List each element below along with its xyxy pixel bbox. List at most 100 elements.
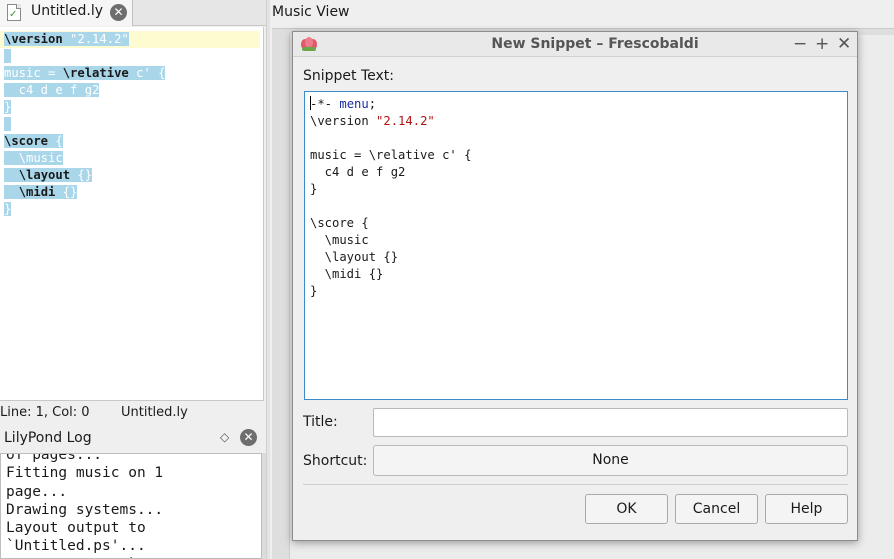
snippet-token: c4 d e f g2 xyxy=(310,165,406,179)
snippet-line xyxy=(310,198,471,215)
pane-splitter[interactable] xyxy=(266,0,270,559)
snippet-line: -*- menu; xyxy=(310,96,471,113)
editor-token: "2.14.2" xyxy=(70,32,129,46)
snippet-text-label: Snippet Text: xyxy=(303,68,395,84)
log-line: Layout output to xyxy=(6,520,146,537)
title-input[interactable] xyxy=(373,408,848,437)
log-line: Drawing systems... xyxy=(6,501,164,518)
cancel-button[interactable]: Cancel xyxy=(675,494,758,524)
editor-token: c' { xyxy=(128,66,166,80)
help-button[interactable]: Help xyxy=(765,494,848,524)
ok-button[interactable]: OK xyxy=(585,494,668,524)
editor-line: \music xyxy=(4,150,260,167)
selected-text: \layout {} xyxy=(4,168,93,182)
snippet-line: \score { xyxy=(310,215,471,232)
selected-text: \midi {} xyxy=(4,185,78,199)
editor-line: } xyxy=(4,99,260,116)
editor-token: {} xyxy=(70,168,93,182)
editor-token: music = xyxy=(4,66,63,80)
dialog-title: New Snippet – Frescobaldi xyxy=(491,36,699,52)
float-panel-icon[interactable]: ◇ xyxy=(220,430,229,444)
button-separator xyxy=(303,484,848,485)
editor-line: \midi {} xyxy=(4,184,260,201)
snippet-token: \version xyxy=(310,114,377,128)
editor-line xyxy=(4,48,260,65)
selected-text: \version "2.14.2" xyxy=(4,32,129,46)
tab-label: Untitled.ly xyxy=(31,3,104,19)
selected-text: } xyxy=(4,100,12,114)
status-bar: Line: 1, Col: 0 Untitled.ly xyxy=(0,402,264,424)
snippet-token: ; xyxy=(368,97,377,111)
snippet-token xyxy=(310,199,317,213)
selected-text: \score { xyxy=(4,134,63,148)
log-line: page... xyxy=(6,483,68,500)
music-view-title: Music View xyxy=(272,4,350,20)
editor-tabbar: ✓ Untitled.ly ✕ xyxy=(0,0,270,26)
snippet-token: menu xyxy=(339,97,369,111)
selected-text: \music xyxy=(4,151,63,165)
editor-line: \layout {} xyxy=(4,167,260,184)
log-line: of pages... xyxy=(6,453,103,463)
dialog-titlebar[interactable]: New Snippet – Frescobaldi − + ✕ xyxy=(293,32,857,57)
snippet-token: } xyxy=(310,284,318,298)
editor-line: c4 d e f g2 xyxy=(4,82,260,99)
editor-token: \layout xyxy=(18,168,71,182)
editor-token: \version xyxy=(4,32,63,46)
shortcut-label: Shortcut: xyxy=(303,453,368,469)
snippet-line: \midi {} xyxy=(310,266,471,283)
log-line: `Untitled.ps'... xyxy=(6,538,146,555)
selected-text xyxy=(4,117,12,131)
selected-text xyxy=(4,49,12,63)
title-label: Title: xyxy=(303,414,338,430)
editor-token: {} xyxy=(55,185,78,199)
editor-token: \midi xyxy=(18,185,56,199)
tab-untitled[interactable]: ✓ Untitled.ly ✕ xyxy=(0,0,133,26)
log-line: Fitting music on 1 xyxy=(6,465,164,482)
editor-token: } xyxy=(4,202,12,216)
snippet-line: \version "2.14.2" xyxy=(310,113,471,130)
snippet-text-editor[interactable]: -*- menu; \version "2.14.2" music = \rela… xyxy=(304,91,848,400)
editor-token: c4 d e f g2 xyxy=(4,83,100,97)
lilypond-log[interactable]: of pages... Fitting music on 1 page... Draw… xyxy=(0,453,262,559)
snippet-line xyxy=(310,130,471,147)
editor-token: \relative xyxy=(62,66,129,80)
snippet-token: -*- xyxy=(310,97,340,111)
selected-text: c4 d e f g2 xyxy=(4,83,100,97)
selected-text: music = \relative c' { xyxy=(4,66,166,80)
snippet-token: \score { xyxy=(310,216,369,230)
snippet-token: music = \relative c' { xyxy=(310,148,472,162)
editor-line: \version "2.14.2" xyxy=(0,31,260,48)
snippet-line: } xyxy=(310,181,471,198)
editor-line: \score { xyxy=(4,133,260,150)
source-editor[interactable]: \version "2.14.2" music = \relative c' {… xyxy=(0,27,264,401)
snippet-line: } xyxy=(310,283,471,300)
editor-token: \score xyxy=(4,134,49,148)
snippet-token xyxy=(310,131,317,145)
snippet-line: c4 d e f g2 xyxy=(310,164,471,181)
snippet-token: "2.14.2" xyxy=(376,114,435,128)
selected-text: } xyxy=(4,202,12,216)
snippet-token: \layout {} xyxy=(310,250,399,264)
close-icon[interactable]: ✕ xyxy=(837,34,851,54)
snippet-token: \music xyxy=(310,233,369,247)
log-close-icon[interactable]: ✕ xyxy=(240,429,257,446)
shortcut-button[interactable]: None xyxy=(373,445,848,476)
minimize-icon[interactable]: − xyxy=(793,34,807,54)
editor-text: \version "2.14.2" music = \relative c' {… xyxy=(0,31,260,218)
new-snippet-dialog: New Snippet – Frescobaldi − + ✕ Snippet … xyxy=(292,31,858,541)
editor-line: } xyxy=(4,201,260,218)
snippet-line: music = \relative c' { xyxy=(310,147,471,164)
editor-line xyxy=(4,116,260,133)
log-panel-title: LilyPond Log xyxy=(4,430,92,446)
snippet-line: \music xyxy=(310,232,471,249)
editor-token: } xyxy=(4,100,12,114)
snippet-token: \midi {} xyxy=(310,267,384,281)
status-filename: Untitled.ly xyxy=(121,405,188,420)
log-panel-header: LilyPond Log ◇ xyxy=(0,426,264,452)
maximize-icon[interactable]: + xyxy=(815,34,829,54)
snippet-token: } xyxy=(310,182,318,196)
tab-close-icon[interactable]: ✕ xyxy=(110,4,127,21)
editor-line: music = \relative c' { xyxy=(4,65,260,82)
snippet-line: \layout {} xyxy=(310,249,471,266)
snippet-text: -*- menu; \version "2.14.2" music = \rela… xyxy=(310,96,471,300)
